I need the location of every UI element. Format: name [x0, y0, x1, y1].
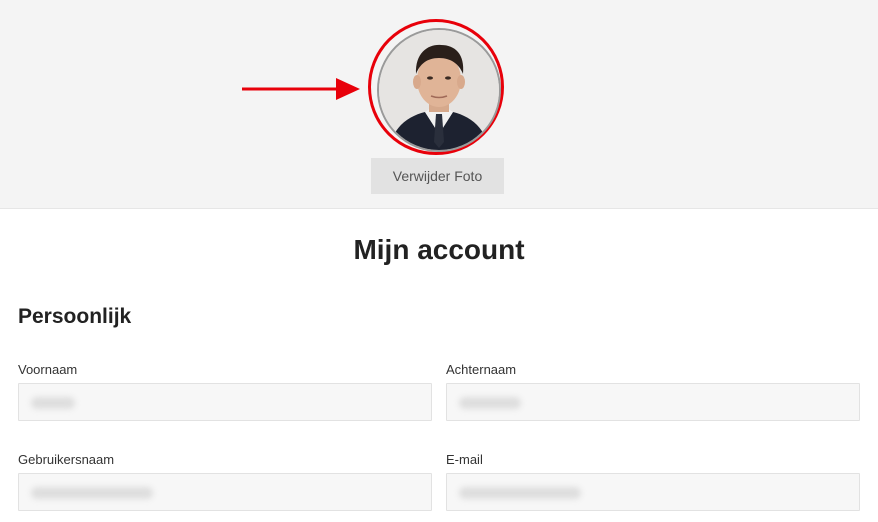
- first-name-blurred-value: [31, 397, 75, 409]
- last-name-blurred-value: [459, 397, 521, 409]
- first-name-label: Voornaam: [18, 362, 78, 377]
- first-name-field[interactable]: [18, 383, 432, 421]
- section-title-personal: Persoonlijk: [18, 305, 132, 328]
- email-field[interactable]: [446, 473, 860, 511]
- username-blurred-value: [31, 487, 153, 499]
- username-label: Gebruikersnaam: [18, 452, 115, 467]
- avatar-photo: [379, 30, 499, 150]
- email-blurred-value: [459, 487, 581, 499]
- last-name-field[interactable]: [446, 383, 860, 421]
- username-field[interactable]: [18, 473, 432, 511]
- email-label: E-mail: [446, 452, 483, 467]
- annotation-arrow: [242, 78, 360, 100]
- last-name-label: Achternaam: [446, 362, 517, 377]
- page-title: Mijn account: [353, 234, 525, 265]
- avatar[interactable]: [377, 28, 501, 152]
- remove-photo-button[interactable]: Verwijder Foto: [371, 158, 504, 194]
